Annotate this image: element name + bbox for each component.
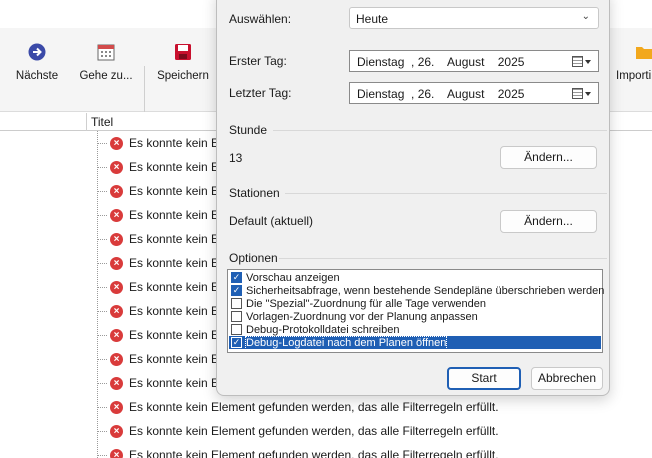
- goto-label: Gehe zu...: [79, 70, 133, 82]
- option-label: Vorschau anzeigen: [246, 271, 340, 284]
- checkbox[interactable]: [231, 324, 242, 335]
- error-icon: ×: [110, 280, 123, 294]
- list-item[interactable]: × Es konnte kein Element gefunden werden,…: [97, 395, 652, 419]
- list-item-text: Es konnte kein Element gefunden werden, …: [129, 400, 499, 414]
- option-label: Debug-Logdatei nach dem Planen öffnen: [244, 335, 448, 350]
- first-day-label: Erster Tag:: [229, 54, 287, 68]
- calendar-icon: [96, 42, 116, 62]
- option-special-mapping[interactable]: Die "Spezial"-Zuordnung für alle Tage ve…: [229, 297, 601, 310]
- toolbar-separator: [144, 66, 145, 112]
- option-label: Sicherheitsabfrage, wenn bestehende Send…: [246, 284, 605, 297]
- error-icon: ×: [110, 232, 123, 246]
- options-group-title: Optionen: [229, 251, 278, 265]
- checkbox[interactable]: [231, 298, 242, 309]
- save-label: Speichern: [157, 70, 209, 82]
- goto-button[interactable]: Gehe zu...: [78, 42, 134, 102]
- hour-value: 13: [229, 151, 243, 165]
- floppy-disk-icon: [173, 42, 193, 62]
- column-separator[interactable]: [86, 113, 87, 131]
- calendar-dropdown-icon[interactable]: [572, 55, 592, 68]
- planning-dialog: Auswählen: Heute ⌄ Erster Tag: Dienstag …: [216, 0, 610, 396]
- folder-icon: [634, 42, 652, 62]
- range-select[interactable]: Heute ⌄: [349, 7, 599, 29]
- checkbox[interactable]: ✓: [231, 285, 242, 296]
- error-icon: ×: [110, 160, 123, 174]
- option-template-mapping[interactable]: Vorlagen-Zuordnung vor der Planung anpas…: [229, 310, 601, 323]
- error-icon: ×: [110, 208, 123, 222]
- hour-group-title: Stunde: [229, 123, 268, 137]
- import-label: Importi: [616, 70, 652, 82]
- stations-group-line: [285, 193, 607, 194]
- option-preview[interactable]: ✓ Vorschau anzeigen: [229, 271, 601, 284]
- checkbox[interactable]: ✓: [231, 272, 242, 283]
- stations-group-title: Stationen: [229, 186, 280, 200]
- list-item-text: Es konnte kein Element gefunden werden, …: [129, 424, 499, 438]
- option-label: Vorlagen-Zuordnung vor der Planung anpas…: [246, 310, 478, 323]
- last-day-label: Letzter Tag:: [229, 86, 292, 100]
- next-label: Nächste: [15, 70, 59, 82]
- error-icon: ×: [110, 136, 123, 150]
- start-button[interactable]: Start: [447, 367, 521, 390]
- error-icon: ×: [110, 256, 123, 270]
- column-title[interactable]: Titel: [91, 115, 113, 129]
- option-label: Die "Spezial"-Zuordnung für alle Tage ve…: [246, 297, 486, 310]
- checkbox[interactable]: ✓: [231, 337, 242, 348]
- list-item[interactable]: × Es konnte kein Element gefunden werden,…: [97, 419, 652, 443]
- list-item[interactable]: × Es konnte kein Element gefunden werden,…: [97, 443, 652, 458]
- options-checklist: ✓ Vorschau anzeigen ✓ Sicherheitsabfrage, …: [227, 269, 605, 353]
- first-day-value: Dienstag , 26. August 2025: [357, 55, 525, 69]
- save-button[interactable]: Speichern: [156, 42, 210, 102]
- last-day-value: Dienstag , 26. August 2025: [357, 87, 525, 101]
- range-select-value: Heute: [356, 12, 389, 26]
- first-day-date-picker[interactable]: Dienstag , 26. August 2025: [349, 50, 599, 72]
- error-icon: ×: [110, 424, 123, 438]
- cancel-button[interactable]: Abbrechen: [531, 367, 603, 390]
- error-icon: ×: [110, 328, 123, 342]
- next-button[interactable]: Nächste: [14, 42, 60, 102]
- option-debug-log-open[interactable]: ✓ Debug-Logdatei nach dem Planen öffnen: [229, 335, 601, 350]
- error-icon: ×: [110, 304, 123, 318]
- import-button[interactable]: Importi: [614, 42, 652, 102]
- error-icon: ×: [110, 448, 123, 458]
- list-item-text: Es konnte kein Element gefunden werden, …: [129, 448, 499, 458]
- options-group-line: [279, 258, 607, 259]
- error-icon: ×: [110, 376, 123, 390]
- error-icon: ×: [110, 352, 123, 366]
- change-stations-button[interactable]: Ändern...: [500, 210, 597, 233]
- change-hour-button[interactable]: Ändern...: [500, 146, 597, 169]
- stations-value: Default (aktuell): [229, 214, 314, 228]
- select-label: Auswählen:: [229, 12, 292, 26]
- option-overwrite-confirm[interactable]: ✓ Sicherheitsabfrage, wenn bestehende Sen…: [229, 284, 605, 297]
- arrow-right-circle-icon: [27, 42, 47, 62]
- error-icon: ×: [110, 400, 123, 414]
- option-debug-protocol[interactable]: Debug-Protokolldatei schreiben: [229, 323, 601, 336]
- checkbox[interactable]: [231, 311, 242, 322]
- option-label: Debug-Protokolldatei schreiben: [246, 323, 400, 336]
- error-icon: ×: [110, 184, 123, 198]
- last-day-date-picker[interactable]: Dienstag , 26. August 2025: [349, 82, 599, 104]
- calendar-dropdown-icon[interactable]: [572, 87, 592, 100]
- chevron-down-icon: ⌄: [581, 11, 590, 22]
- hour-group-line: [273, 130, 607, 131]
